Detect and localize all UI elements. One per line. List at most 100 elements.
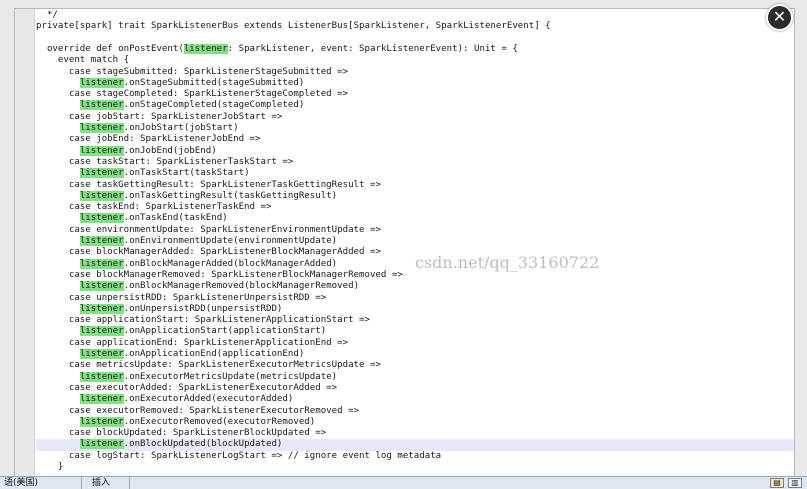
- close-icon[interactable]: ✕: [766, 4, 793, 31]
- status-language[interactable]: 语(美国): [0, 477, 82, 489]
- code-text: .onTaskStart(taskStart): [123, 168, 250, 179]
- code-line[interactable]: override def onPostEvent(listener: Spark…: [36, 43, 794, 55]
- code-line[interactable]: case metricsUpdate: SparkListenerExecuto…: [36, 360, 794, 371]
- code-text: case blockManagerAdded: SparkListenerBlo…: [36, 247, 381, 258]
- code-text: .onTaskEnd(taskEnd): [123, 213, 228, 224]
- search-highlight: listener: [79, 439, 124, 450]
- search-highlight: listener: [79, 371, 124, 382]
- code-text: .onExecutorRemoved(executorRemoved): [123, 416, 316, 427]
- code-line[interactable]: listener.onExecutorAdded(executorAdded): [36, 394, 794, 405]
- search-highlight: listener: [79, 281, 124, 292]
- code-text: case applicationStart: SparkListenerAppl…: [36, 315, 370, 326]
- editor-gutter: [15, 9, 35, 476]
- code-line[interactable]: case executorRemoved: SparkListenerExecu…: [36, 406, 794, 417]
- code-line[interactable]: case stageCompleted: SparkListenerStageC…: [36, 89, 794, 100]
- code-line[interactable]: case blockUpdated: SparkListenerBlockUpd…: [36, 428, 794, 439]
- code-text: case stageCompleted: SparkListenerStageC…: [36, 89, 349, 100]
- code-text: .onBlockUpdated(blockUpdated): [123, 439, 283, 450]
- print-layout-icon[interactable]: ▤: [770, 478, 784, 488]
- code-text: override def onPostEvent(: [36, 43, 184, 54]
- search-highlight: listener: [79, 236, 124, 246]
- code-text: .onUnpersistRDD(unpersistRDD): [123, 303, 283, 314]
- code-text: case taskGettingResult: SparkListenerTas…: [36, 179, 381, 190]
- code-line[interactable]: case blockManagerRemoved: SparkListenerB…: [36, 270, 794, 281]
- search-highlight: listener: [79, 190, 124, 201]
- code-line[interactable]: [36, 33, 794, 44]
- code-line[interactable]: }: [36, 462, 794, 473]
- code-line[interactable]: listener.onStageCompleted(stageCompleted…: [36, 100, 794, 111]
- code-text: .onExecutorMetricsUpdate(metricsUpdate): [123, 371, 338, 382]
- document-window: */private[spark] trait SparkListenerBus …: [0, 0, 807, 477]
- code-text: case executorAdded: SparkListenerExecuto…: [36, 382, 338, 393]
- search-highlight: listener: [79, 303, 124, 314]
- code-line[interactable]: */: [36, 10, 794, 21]
- code-text: case executorRemoved: SparkListenerExecu…: [36, 405, 360, 416]
- code-text: case jobEnd: SparkListenerJobEnd =>: [36, 134, 261, 145]
- code-line[interactable]: case logStart: SparkListenerLogStart => …: [36, 451, 794, 462]
- code-line[interactable]: case jobEnd: SparkListenerJobEnd =>: [36, 134, 794, 145]
- search-highlight: listener: [79, 394, 124, 405]
- search-highlight: listener: [79, 349, 124, 359]
- code-line[interactable]: case jobStart: SparkListenerJobStart =>: [36, 112, 794, 123]
- code-line[interactable]: case applicationEnd: SparkListenerApplic…: [36, 338, 794, 349]
- code-text: case taskEnd: SparkListenerTaskEnd =>: [36, 202, 272, 213]
- code-line[interactable]: listener.onExecutorMetricsUpdate(metrics…: [36, 371, 794, 383]
- code-line[interactable]: event match {: [36, 55, 794, 66]
- code-area[interactable]: */private[spark] trait SparkListenerBus …: [36, 9, 794, 476]
- code-text: .onTaskGettingResult(taskGettingResult): [123, 190, 338, 201]
- code-line[interactable]: listener.onApplicationStart(applicationS…: [36, 326, 794, 337]
- code-text: .onApplicationStart(applicationStart): [123, 326, 327, 337]
- code-line[interactable]: listener.onTaskGettingResult(taskGetting…: [36, 190, 794, 202]
- code-line[interactable]: case executorAdded: SparkListenerExecuto…: [36, 383, 794, 394]
- code-text: .onBlockManagerAdded(blockManagerAdded): [123, 258, 338, 269]
- code-text: }: [36, 462, 64, 472]
- code-text: case unpersistRDD: SparkListenerUnpersis…: [36, 292, 327, 303]
- code-text: .onStageCompleted(stageCompleted): [123, 100, 305, 111]
- code-line[interactable]: case stageSubmitted: SparkListenerStageS…: [36, 67, 794, 78]
- code-line[interactable]: listener.onEnvironmentUpdate(environment…: [36, 236, 794, 247]
- code-line[interactable]: listener.onBlockUpdated(blockUpdated): [36, 439, 794, 451]
- code-line[interactable]: listener.onApplicationEnd(applicationEnd…: [36, 349, 794, 360]
- status-insert-mode[interactable]: 插入: [88, 477, 130, 489]
- code-line[interactable]: private[spark] trait SparkListenerBus ex…: [36, 21, 794, 32]
- code-text: .onBlockManagerRemoved(blockManagerRemov…: [123, 281, 360, 292]
- code-line[interactable]: listener.onJobStart(jobStart): [36, 123, 794, 134]
- code-text: case environmentUpdate: SparkListenerEnv…: [36, 224, 381, 235]
- code-text: case metricsUpdate: SparkListenerExecuto…: [36, 360, 381, 371]
- code-line[interactable]: case taskGettingResult: SparkListenerTas…: [36, 180, 794, 191]
- search-highlight: listener: [79, 326, 124, 337]
- code-line[interactable]: listener.onExecutorRemoved(executorRemov…: [36, 416, 794, 428]
- code-line[interactable]: listener.onJobEnd(jobEnd): [36, 145, 794, 157]
- code-line[interactable]: listener.onTaskStart(taskStart): [36, 168, 794, 179]
- search-highlight: listener: [183, 43, 228, 54]
- code-line[interactable]: case unpersistRDD: SparkListenerUnpersis…: [36, 293, 794, 304]
- search-highlight: listener: [79, 416, 124, 427]
- code-line[interactable]: case taskStart: SparkListenerTaskStart =…: [36, 157, 794, 168]
- code-line[interactable]: case blockManagerAdded: SparkListenerBlo…: [36, 247, 794, 258]
- code-line[interactable]: listener.onStageSubmitted(stageSubmitted…: [36, 77, 794, 89]
- code-line[interactable]: listener.onBlockManagerRemoved(blockMana…: [36, 281, 794, 292]
- code-line[interactable]: listener.onUnpersistRDD(unpersistRDD): [36, 303, 794, 315]
- code-editor[interactable]: */private[spark] trait SparkListenerBus …: [14, 8, 795, 477]
- search-highlight: listener: [79, 77, 124, 88]
- code-line[interactable]: case taskEnd: SparkListenerTaskEnd =>: [36, 202, 794, 213]
- search-highlight: listener: [79, 258, 124, 269]
- code-text: case logStart: SparkListenerLogStart => …: [36, 450, 442, 461]
- reading-view-icon[interactable]: ▥: [788, 478, 802, 488]
- code-line[interactable]: listener.onBlockManagerAdded(blockManage…: [36, 258, 794, 270]
- code-line[interactable]: case applicationStart: SparkListenerAppl…: [36, 315, 794, 326]
- search-highlight: listener: [79, 123, 124, 133]
- code-line[interactable]: listener.onTaskEnd(taskEnd): [36, 213, 794, 224]
- code-line[interactable]: case environmentUpdate: SparkListenerEnv…: [36, 225, 794, 236]
